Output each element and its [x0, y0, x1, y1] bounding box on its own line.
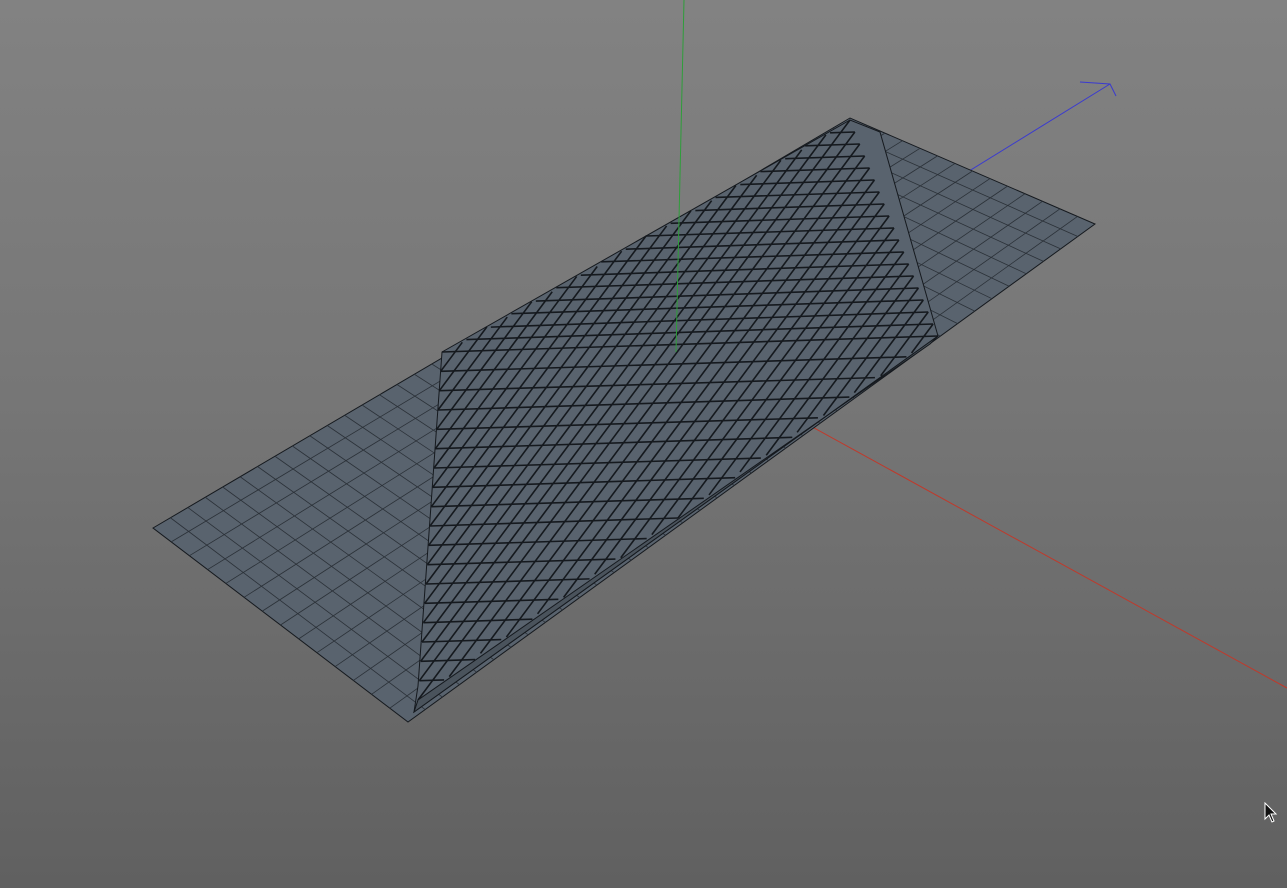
arrow-cursor-icon	[1264, 802, 1278, 823]
3d-viewport[interactable]	[0, 0, 1287, 888]
z-axis-arrowhead-icon	[1079, 81, 1117, 97]
raised-surface-mesh[interactable]	[413, 119, 939, 714]
wireframe-edge	[830, 131, 855, 134]
scene-canvas[interactable]	[0, 0, 1287, 888]
